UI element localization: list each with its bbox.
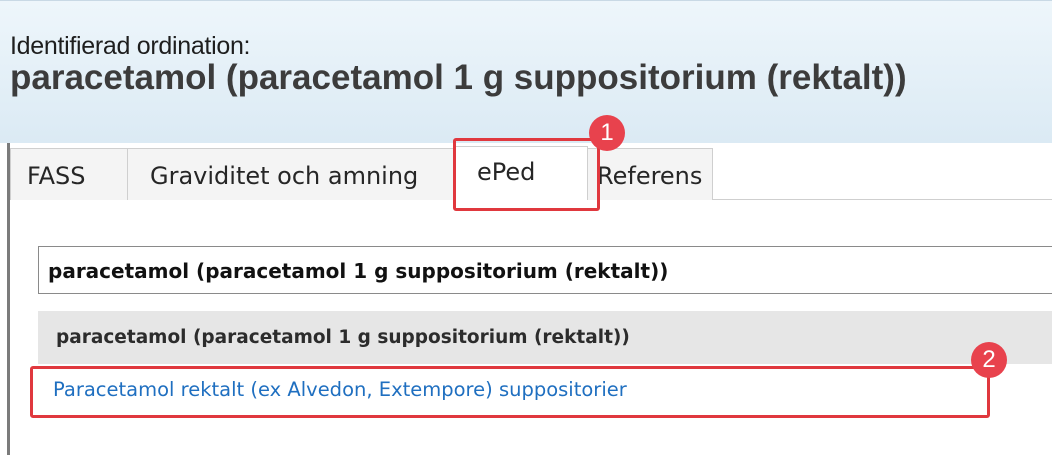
callout-badge-2: 2: [971, 342, 1007, 378]
callout-box-eped-tab: [453, 138, 600, 211]
header-caption: Identifierad ordination:: [10, 32, 251, 60]
tab-fass[interactable]: FASS: [10, 148, 128, 200]
tab-referens[interactable]: Referens: [587, 148, 713, 200]
tab-graviditet-och-amning[interactable]: Graviditet och amning: [127, 148, 455, 200]
callout-badge-1: 1: [589, 115, 625, 151]
result-group-header: paracetamol (paracetamol 1 g suppositori…: [38, 311, 1052, 364]
callout-box-result-link: [30, 366, 990, 418]
header-title: paracetamol (paracetamol 1 g suppositori…: [10, 58, 907, 97]
search-input[interactable]: paracetamol (paracetamol 1 g suppositori…: [38, 246, 1052, 294]
prescription-header: Identifierad ordination: paracetamol (pa…: [0, 0, 1052, 143]
